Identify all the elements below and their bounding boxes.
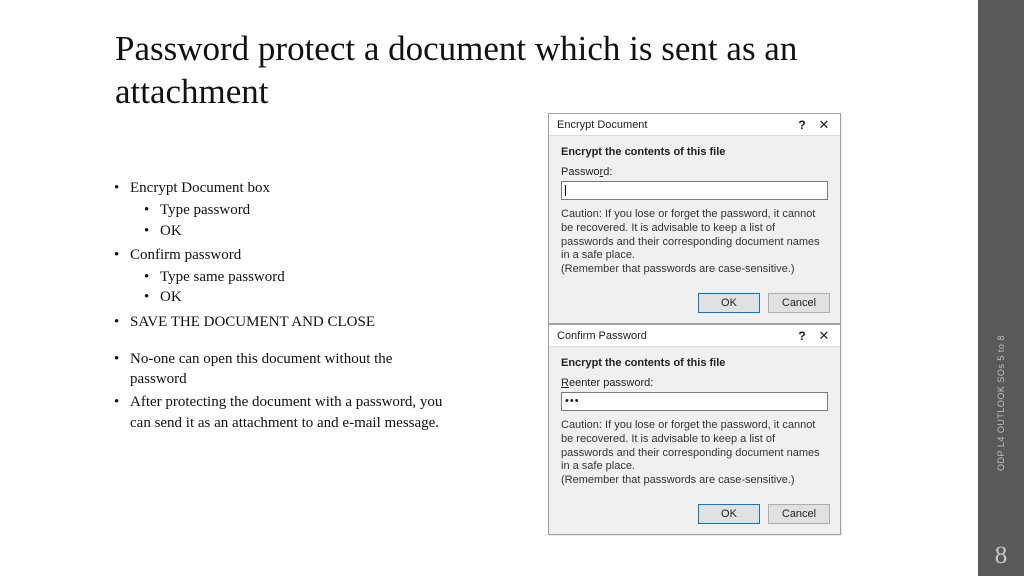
dialog-titlebar[interactable]: Confirm Password ? ✕ [549,325,840,347]
ok-button[interactable]: OK [698,504,760,524]
password-input[interactable] [561,181,828,200]
page-number: 8 [978,542,1024,570]
close-icon[interactable]: ✕ [814,327,834,345]
bullet-level2: Type same password [144,267,444,287]
confirm-password-dialog: Confirm Password ? ✕ Encrypt the content… [548,324,841,535]
bullet-level1: Encrypt Document box Type password OK [114,178,444,241]
cancel-button[interactable]: Cancel [768,504,830,524]
help-icon[interactable]: ? [792,327,812,345]
reenter-password-input[interactable]: ••• [561,392,828,411]
dialog-heading: Encrypt the contents of this file [561,357,828,369]
dialog-titlebar[interactable]: Encrypt Document ? ✕ [549,114,840,136]
cancel-button[interactable]: Cancel [768,293,830,313]
slide-outline: Encrypt Document box Type password OK Co… [114,178,444,436]
bullet-level2: OK [144,287,444,307]
bullet-level1: After protecting the document with a pas… [114,392,444,433]
dialog-title: Confirm Password [557,330,792,342]
reenter-password-label: Reenter password: [561,377,828,389]
input-value: ••• [565,395,580,407]
help-icon[interactable]: ? [792,116,812,134]
bullet-level1: Confirm password Type same password OK [114,245,444,308]
text-caret [565,185,566,196]
bullet-level2: Type password [144,200,444,220]
password-label: Password: [561,166,828,178]
dialog-heading: Encrypt the contents of this file [561,146,828,158]
bullet-text: SAVE THE DOCUMENT AND CLOSE [130,314,375,330]
encrypt-document-dialog: Encrypt Document ? ✕ Encrypt the content… [548,113,841,324]
bullet-level1: SAVE THE DOCUMENT AND CLOSE [114,312,444,332]
slide-sidebar: ODP L4 OUTLOOK SOs 5 to 8 8 [978,0,1024,576]
bullet-text: Encrypt Document box [130,180,270,196]
bullet-level2: OK [144,221,444,241]
ok-button[interactable]: OK [698,293,760,313]
bullet-level1: No-one can open this document without th… [114,349,444,390]
sidebar-label: ODP L4 OUTLOOK SOs 5 to 8 [996,335,1006,471]
caution-text: Caution: If you lose or forget the passw… [561,208,828,277]
close-icon[interactable]: ✕ [814,116,834,134]
slide-title: Password protect a document which is sen… [115,28,895,113]
dialog-title: Encrypt Document [557,119,792,131]
caution-text: Caution: If you lose or forget the passw… [561,419,828,488]
bullet-text: Confirm password [130,247,241,263]
